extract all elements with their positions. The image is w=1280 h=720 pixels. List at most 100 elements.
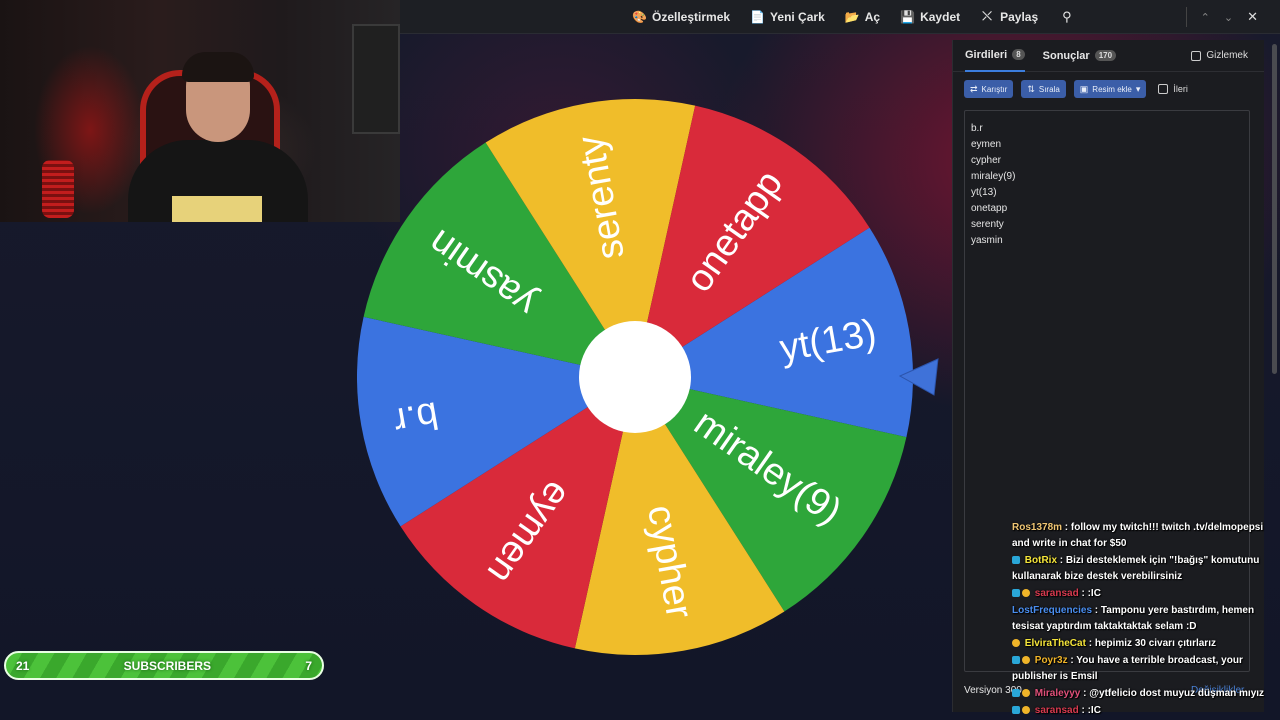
webcam-streamer-hair	[182, 52, 254, 82]
crown-badge-icon	[1022, 589, 1030, 598]
subscribers-goal-bar: 21 SUBSCRIBERS 7	[4, 651, 324, 680]
advanced-label: İleri	[1173, 84, 1188, 94]
share-button[interactable]: ⤬ Paylaş	[980, 9, 1038, 24]
new-wheel-label: Yeni Çark	[770, 9, 825, 24]
chat-text: :IC	[1087, 588, 1101, 599]
wheel-segment-label: b.r	[390, 393, 441, 442]
chat-overlay: Ros1378m : follow my twitch!!! twitch .t…	[1012, 520, 1280, 720]
webcam-lamp	[42, 160, 74, 218]
chat-message: Ros1378m : follow my twitch!!! twitch .t…	[1012, 522, 1264, 549]
share-label: Paylaş	[1000, 9, 1039, 24]
customize-button[interactable]: 🎨 Özelleştirmek	[632, 10, 730, 24]
add-image-button[interactable]: ▣ Resim ekle ▾	[1073, 80, 1147, 98]
tab-entries[interactable]: Girdileri 8	[965, 40, 1025, 72]
chat-username: saransad	[1034, 588, 1079, 599]
share-icon: ⤬	[982, 9, 992, 23]
image-icon: ▣	[1079, 83, 1089, 94]
palette-icon: 🎨	[632, 9, 647, 24]
chat-message: BotRix : Bizi desteklemek için "!bağış" …	[1012, 555, 1260, 582]
hide-checkbox-box[interactable]	[1191, 50, 1202, 61]
entry-line: cypher	[971, 155, 1002, 166]
crown-badge-icon	[1022, 689, 1030, 698]
subscribers-label: SUBSCRIBERS	[123, 658, 212, 673]
folder-icon: 📂	[844, 9, 860, 24]
entry-line: onetapp	[971, 203, 1008, 214]
chevron-up-icon[interactable]: ⌃	[1201, 11, 1210, 24]
entry-line: yt(13)	[971, 187, 997, 198]
spin-wheel[interactable]: yt(13) miraley(9) cypher eymen b.r yasmin sere…	[355, 97, 915, 657]
main-menu: 🎨 Özelleştirmek 📄 Yeni Çark 📂 Aç 💾 Kayde…	[632, 9, 1072, 25]
chat-username: ElviraTheCat	[1024, 638, 1086, 649]
new-wheel-button[interactable]: 📄 Yeni Çark	[750, 10, 825, 24]
chat-message: saransad : :IC	[1012, 703, 1280, 719]
entries-count-badge: 8	[1012, 49, 1025, 60]
subscriber-badge-icon	[1012, 706, 1020, 715]
save-icon: 💾	[900, 9, 916, 24]
customize-label: Özelleştirmek	[652, 9, 731, 24]
tab-results[interactable]: Sonuçlar 170	[1042, 40, 1117, 72]
advanced-checkbox-box[interactable]	[1158, 84, 1169, 94]
webcam-streamer-shirt	[172, 196, 262, 222]
subscriber-badge-icon	[1012, 589, 1020, 598]
chat-message: ElviraTheCat : hepimiz 30 civarı çıtırla…	[1012, 636, 1280, 652]
chat-username: Ros1378m	[1012, 522, 1063, 533]
entry-line: eymen	[971, 139, 1002, 150]
subscriber-badge-icon	[1012, 689, 1020, 698]
advanced-checkbox[interactable]: İleri	[1158, 84, 1188, 94]
subscribers-remaining: 7	[305, 658, 312, 673]
sort-icon: ⇅	[1027, 83, 1035, 94]
chat-username: Poyr3z	[1034, 655, 1068, 666]
bot-badge-icon	[1012, 556, 1020, 565]
entry-line: yasmin	[971, 235, 1003, 246]
open-button[interactable]: 📂 Aç	[845, 10, 880, 24]
crown-badge-icon	[1022, 706, 1030, 715]
badge-icon	[1012, 639, 1020, 648]
entries-toolbar: ⇄ Karıştır ⇅ Sırala ▣ Resim ekle ▾ İleri	[953, 72, 1264, 98]
webcam-overlay	[0, 0, 400, 222]
close-icon[interactable]: ✕	[1247, 9, 1258, 25]
panel-tabs: Girdileri 8 Sonuçlar 170 Gizlemek	[953, 40, 1264, 72]
panel-scrollbar[interactable]	[1272, 44, 1277, 374]
chat-username: Miraleyyy	[1034, 688, 1081, 699]
save-label: Kaydet	[920, 9, 961, 24]
chat-username: LostFrequencies	[1012, 605, 1093, 616]
chat-text: :IC	[1087, 705, 1101, 716]
chat-message: LostFrequencies : Tamponu yere bastırdım…	[1012, 605, 1255, 632]
wheel-center-hub[interactable]	[579, 321, 691, 433]
top-menu-bar: 🎨 Özelleştirmek 📄 Yeni Çark 📂 Aç 💾 Kayde…	[400, 0, 1280, 34]
wheel-svg[interactable]: yt(13)miraley(9)cyphereymenb.ryasminsere…	[355, 97, 915, 657]
add-image-label: Resim ekle	[1092, 84, 1132, 94]
chat-text: @ytfelicio dost muyuz düşman mıyız	[1089, 688, 1265, 699]
results-count-badge: 170	[1094, 50, 1117, 61]
chat-message: Miraleyyy : @ytfelicio dost muyuz düşman…	[1012, 686, 1280, 702]
window-controls: ⌃ ⌄ ✕	[1185, 0, 1258, 34]
save-button[interactable]: 💾 Kaydet	[900, 10, 960, 24]
sort-label: Sırala	[1038, 84, 1060, 94]
document-icon: 📄	[750, 9, 765, 24]
tab-entries-label: Girdileri	[965, 48, 1008, 61]
chat-message: Poyr3z : You have a terrible broadcast, …	[1012, 655, 1243, 682]
open-label: Aç	[864, 9, 881, 24]
chat-text: hepimiz 30 civarı çıtırlarız	[1094, 638, 1216, 649]
tab-results-label: Sonuçlar	[1042, 49, 1090, 62]
shuffle-button[interactable]: ⇄ Karıştır	[964, 80, 1014, 98]
hide-checkbox[interactable]: Gizlemek	[1191, 50, 1248, 61]
entry-line: miraley(9)	[971, 171, 1016, 182]
search-icon[interactable]: ⚲	[1062, 9, 1072, 25]
crown-badge-icon	[1022, 656, 1030, 665]
entry-line: b.r	[971, 123, 983, 134]
wheel-pointer-icon	[898, 358, 939, 396]
chat-username: saransad	[1034, 705, 1079, 716]
sort-button[interactable]: ⇅ Sırala	[1021, 80, 1066, 98]
chevron-down-icon[interactable]: ⌄	[1224, 11, 1233, 24]
subscribers-current: 21	[16, 658, 30, 673]
shuffle-label: Karıştır	[981, 84, 1008, 94]
shuffle-icon: ⇄	[970, 83, 978, 94]
window-divider	[1185, 7, 1187, 27]
entry-line: serenty	[971, 219, 1004, 230]
chat-message: saransad : :IC	[1012, 586, 1280, 602]
caret-down-icon: ▾	[1135, 83, 1141, 94]
subscriber-badge-icon	[1012, 656, 1020, 665]
hide-label: Gizlemek	[1206, 50, 1248, 61]
chat-username: BotRix	[1024, 555, 1058, 566]
